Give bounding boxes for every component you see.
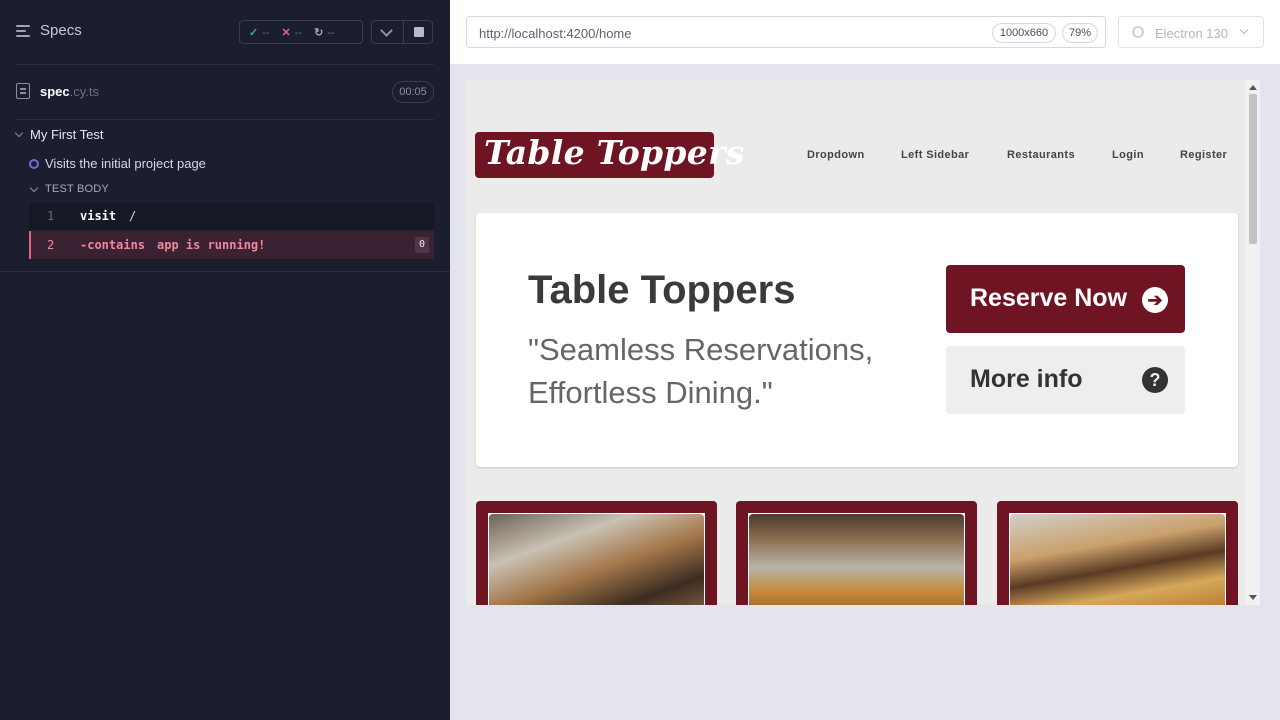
url-bar[interactable]: http://localhost:4200/home 1000x660 79% <box>466 16 1106 48</box>
browser-icon <box>1132 26 1144 38</box>
chevron-down-icon <box>29 183 39 192</box>
nav-restaurants[interactable]: Restaurants <box>1007 149 1075 161</box>
aut-header: http://localhost:4200/home 1000x660 79% … <box>450 0 1280 64</box>
more-info-button[interactable]: More info ? <box>946 346 1185 414</box>
app-scrollbar[interactable] <box>1246 80 1260 605</box>
test-body-toggle[interactable]: TEST BODY <box>29 183 109 195</box>
viewport-size[interactable]: 1000x660 <box>992 23 1056 43</box>
chevron-down-icon <box>1239 25 1249 35</box>
reserve-now-button[interactable]: Reserve Now ➔ <box>946 265 1185 333</box>
browser-name: Electron 130 <box>1155 26 1228 41</box>
arrow-right-icon: ➔ <box>1142 287 1168 313</box>
specs-list-icon <box>16 24 32 37</box>
chevron-down-icon <box>14 128 24 138</box>
element-count-badge: 0 <box>415 237 429 253</box>
specs-title: Specs <box>40 22 82 39</box>
scroll-down-icon[interactable] <box>1249 595 1257 600</box>
divider <box>0 271 450 272</box>
test-stats: ✓ -- ✕ -- ↻ -- <box>239 20 363 44</box>
test-title[interactable]: Visits the initial project page <box>29 156 206 171</box>
url-text: http://localhost:4200/home <box>479 26 632 41</box>
running-spinner-icon <box>29 158 39 169</box>
browser-selector[interactable]: Electron 130 <box>1118 16 1264 48</box>
failed-count: ✕ -- <box>281 26 303 39</box>
command-number: 1 <box>47 209 55 223</box>
food-photo <box>489 514 704 605</box>
command-row-failed[interactable]: 2 -contains app is running! 0 <box>29 231 434 259</box>
specs-toggle[interactable]: Specs <box>16 22 82 39</box>
food-photo <box>749 514 964 605</box>
command-message: app is running! <box>157 238 266 252</box>
restaurant-card[interactable] <box>736 501 977 605</box>
collapse-chevron-icon[interactable] <box>380 24 393 37</box>
restaurant-card[interactable] <box>997 501 1238 605</box>
command-message: / <box>129 209 137 223</box>
divider <box>16 119 434 120</box>
scroll-thumb[interactable] <box>1249 94 1257 244</box>
hero-card: Table Toppers "Seamless Reservations, Ef… <box>476 213 1238 467</box>
runner-panel: Specs ✓ -- ✕ -- ↻ -- spec.cy.ts 00:05 My Fi… <box>0 0 450 720</box>
passed-count: ✓ -- <box>249 26 270 39</box>
spec-duration: 00:05 <box>392 81 434 103</box>
spec-filename: spec.cy.ts <box>40 84 100 99</box>
question-icon: ? <box>1142 367 1168 393</box>
zoom-level[interactable]: 79% <box>1062 23 1098 43</box>
nav-login[interactable]: Login <box>1112 149 1144 161</box>
document-icon <box>16 83 30 99</box>
divider <box>16 64 434 65</box>
nav-register[interactable]: Register <box>1180 149 1227 161</box>
command-name: visit <box>80 209 117 223</box>
hero-subtitle: "Seamless Reservations, Effortless Dinin… <box>528 332 874 410</box>
command-name: -contains <box>80 238 146 252</box>
nav-left-sidebar[interactable]: Left Sidebar <box>901 149 969 161</box>
site-logo[interactable]: Table Toppers <box>475 132 744 178</box>
scroll-up-icon[interactable] <box>1249 85 1257 90</box>
command-number: 2 <box>47 238 55 252</box>
suite-title[interactable]: My First Test <box>14 127 103 142</box>
command-row[interactable]: 1 visit / <box>29 203 434 229</box>
nav-dropdown[interactable]: Dropdown <box>807 149 865 161</box>
specs-header: Specs ✓ -- ✕ -- ↻ -- <box>0 0 450 64</box>
spec-file-row[interactable]: spec.cy.ts 00:05 <box>16 80 434 104</box>
restaurant-card[interactable] <box>476 501 717 605</box>
stop-icon[interactable] <box>414 27 424 37</box>
pending-count: ↻ -- <box>314 26 335 39</box>
runner-controls <box>371 20 433 44</box>
app-page: Table Toppers Dropdown Left Sidebar Rest… <box>466 80 1246 605</box>
app-preview: Table Toppers Dropdown Left Sidebar Rest… <box>466 80 1260 605</box>
hero-title: Table Toppers <box>528 268 796 312</box>
food-photo <box>1010 514 1225 605</box>
